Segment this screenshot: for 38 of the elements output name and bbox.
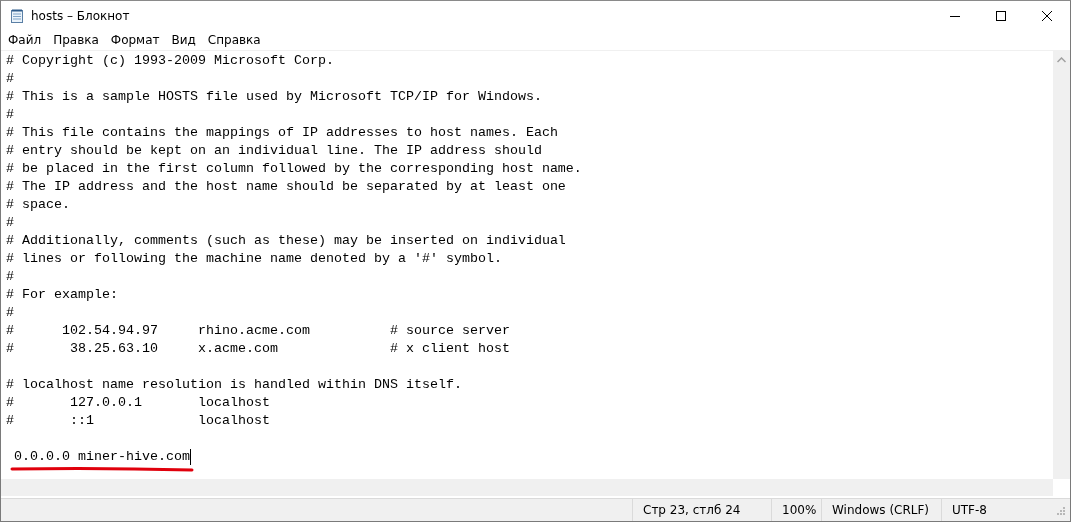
maximize-icon <box>996 11 1006 21</box>
text-line: # This file contains the mappings of IP addresses to host names. Each <box>6 124 558 142</box>
text-line: # localhost name resolution is handled within DNS itself. <box>6 376 462 394</box>
menu-item[interactable]: Вид <box>165 31 202 50</box>
text-line: # <box>6 106 14 124</box>
text-line: # 127.0.0.1 localhost <box>6 394 270 412</box>
text-line: # lines or following the machine name denoted by a '#' symbol. <box>6 250 502 268</box>
text-line: # <box>6 70 14 88</box>
text-line: # For example: <box>6 286 118 304</box>
text-cursor <box>189 449 191 465</box>
menu-item[interactable]: Формат <box>104 31 166 50</box>
status-text: UTF-8 <box>941 499 1056 521</box>
close-icon <box>1042 11 1052 21</box>
status-text: Стр 23, стлб 24 <box>632 499 771 521</box>
text-line: # 102.54.94.97 rhino.acme.com # source server <box>6 322 510 340</box>
status-text: Windows (CRLF) <box>821 499 941 521</box>
text-line: # 38.25.63.10 x.acme.com # x client host <box>6 340 510 358</box>
text-line: # space. <box>6 196 70 214</box>
text-line: # ::1 localhost <box>6 412 270 430</box>
text-line: # Copyright (c) 1993-2009 Microsoft Corp. <box>6 52 334 70</box>
vertical-scrollbar[interactable] <box>1053 51 1070 479</box>
menu-item[interactable]: Справка <box>201 31 267 50</box>
text-line: 0.0.0.0 miner-hive.com <box>13 448 190 466</box>
menu-item[interactable]: Правка <box>47 31 105 50</box>
text-line: # This is a sample HOSTS file used by Microsoft TCP/IP for Windows. <box>6 88 542 106</box>
horizontal-scrollbar[interactable] <box>1 479 1053 496</box>
text-line: # <box>6 268 14 286</box>
text-line: # entry should be kept on an individual line. The IP address should <box>6 142 542 160</box>
text-line: # <box>6 304 14 322</box>
text-line: # be placed in the first column followed by the corresponding host name. <box>6 160 582 178</box>
resize-grip-icon[interactable] <box>1056 504 1068 516</box>
text-line: # Additionally, comments (such as these) may be inserted on individual <box>6 232 566 250</box>
text-line: # The IP address and the host name should be separated by at least one <box>6 178 566 196</box>
menu-item[interactable]: Файл <box>2 31 48 50</box>
window-title: hosts – Блокнот <box>31 9 130 23</box>
notepad-icon <box>9 8 25 24</box>
text-line: # <box>6 214 14 232</box>
status-text: 100% <box>771 499 821 521</box>
